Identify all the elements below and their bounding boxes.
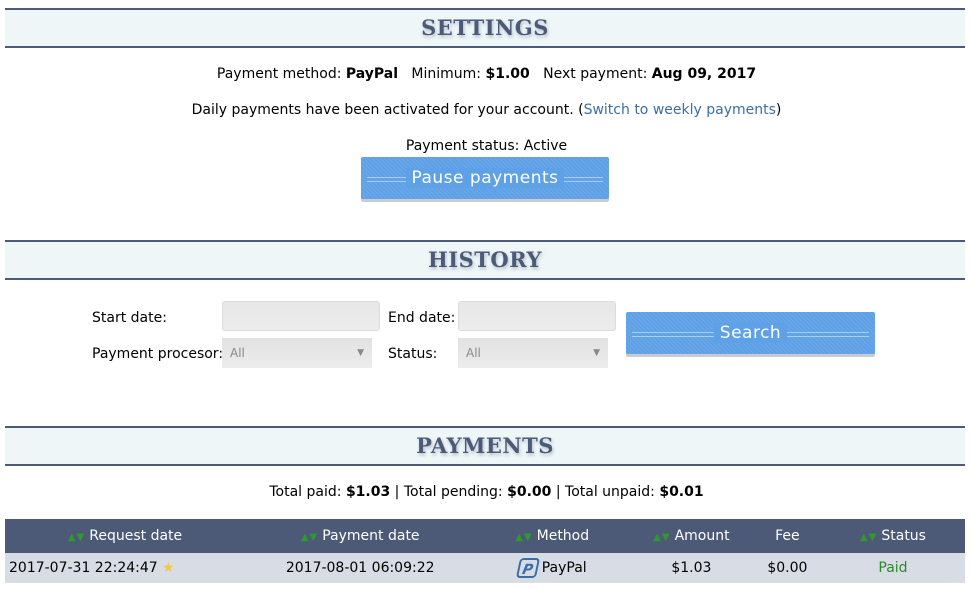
payments-title: PAYMENTS [416,433,554,458]
total-unpaid-value: $0.01 [659,484,704,500]
sort-arrows-icon[interactable]: ▲▼ [653,532,670,543]
minimum-label: Minimum: [411,66,482,82]
pause-payments-button[interactable]: Pause payments [361,157,609,199]
dropdown-arrow-icon: ▼ [593,348,600,358]
end-date-label: End date: [388,310,456,326]
search-label: Search [713,323,788,343]
column-request-date[interactable]: ▲▼ Request date [5,519,245,553]
column-label: Fee [775,528,800,544]
start-date-label: Start date: [92,310,167,326]
paypal-icon: P [515,558,540,578]
minimum-value: $1.00 [485,66,530,82]
column-label: Method [536,528,590,544]
request-date-value: 2017-07-31 22:24:47 [9,560,158,576]
payment-status: Payment status: Active [405,138,568,154]
column-label: Status [881,528,926,544]
next-payment-value: Aug 09, 2017 [651,66,757,82]
table-header-row: ▲▼ Request date ▲▼ Payment date ▲▼ Method ▲… [5,519,965,553]
cell-request-date: 2017-07-31 22:24:47 ★ [5,553,245,583]
payment-processor-select[interactable]: All ▼ [222,338,372,368]
total-paid-value: $1.03 [345,484,391,500]
switch-weekly-link[interactable]: Switch to weekly payments [584,102,776,118]
column-payment-date[interactable]: ▲▼ Payment date [245,519,476,553]
end-date-input[interactable] [458,301,616,331]
payments-table: ▲▼ Request date ▲▼ Payment date ▲▼ Method ▲… [5,519,965,583]
cell-method: P PayPal [475,553,629,583]
next-payment-label: Next payment: [543,66,648,82]
dropdown-arrow-icon: ▼ [357,348,364,358]
status-select[interactable]: All ▼ [458,338,608,368]
history-title: HISTORY [427,247,543,272]
payment-totals: Total paid: $1.03 | Total pending: $0.00… [269,484,704,500]
sort-arrows-icon[interactable]: ▲▼ [68,532,85,543]
payment-method-label: Payment method: [216,66,342,82]
history-header: HISTORY [5,240,965,280]
sort-arrows-icon[interactable]: ▲▼ [301,532,318,543]
cell-status: Paid [820,553,965,583]
cell-payment-date: 2017-08-01 06:09:22 [245,553,476,583]
column-amount[interactable]: ▲▼ Amount [628,519,754,553]
total-pending-value: $0.00 [507,484,552,500]
column-label: Payment date [322,528,420,544]
pause-payments-label: Pause payments [405,168,565,188]
sort-arrows-icon[interactable]: ▲▼ [515,532,532,543]
daily-text: Daily payments have been activated for y… [191,102,584,118]
total-pending-label: Total pending: [403,484,503,500]
settings-header: SETTINGS [5,8,965,48]
status-value: All [466,346,481,360]
settings-title: SETTINGS [421,15,549,40]
daily-text-end: ) [775,102,782,118]
cell-fee: $0.00 [753,553,821,583]
status-label: Status: [388,346,438,362]
column-label: Request date [89,528,183,544]
total-paid-label: Total paid: [269,484,342,500]
table-row: 2017-07-31 22:24:47 ★ 2017-08-01 06:09:2… [5,553,965,583]
start-date-input[interactable] [222,301,380,331]
cell-amount: $1.03 [628,553,754,583]
payment-method-value: PayPal [345,66,399,82]
daily-payments-notice: Daily payments have been activated for y… [0,102,973,118]
method-value: PayPal [541,560,587,576]
payment-processor-value: All [230,346,245,360]
column-status[interactable]: ▲▼ Status [820,519,965,553]
payment-processor-label: Payment procesor: [92,346,224,362]
sort-arrows-icon[interactable]: ▲▼ [860,532,877,543]
total-unpaid-label: Total unpaid: [565,484,655,500]
star-icon: ★ [162,560,175,576]
payments-header: PAYMENTS [5,426,965,466]
column-method[interactable]: ▲▼ Method [475,519,629,553]
column-label: Amount [674,528,730,544]
payment-summary: Payment method: PayPal Minimum: $1.00 Ne… [0,66,973,82]
column-fee: Fee [753,519,821,553]
search-button[interactable]: Search [626,312,875,354]
